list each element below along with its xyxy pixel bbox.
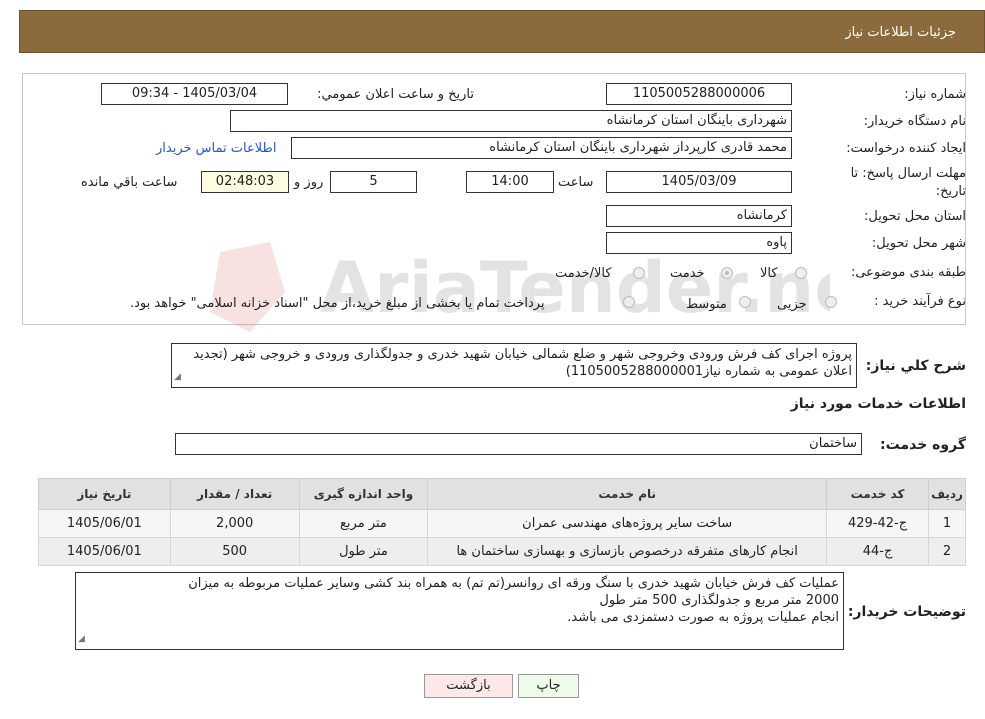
resize-handle-icon[interactable]: ◢ <box>78 631 85 648</box>
buyer-notes-line: عملیات کف فرش خیابان شهید خدری با سنگ ور… <box>188 576 839 591</box>
col-header-unit: واحد اندازه گیری <box>298 478 429 510</box>
deadline-label-date: تاریخ: <box>935 184 966 199</box>
cell-need-date: 1405/06/01 <box>38 509 171 538</box>
category-radio-goods-service[interactable] <box>633 267 645 279</box>
need-number-label: شماره نیاز: <box>904 87 966 102</box>
province-field: کرمانشاه <box>606 205 792 227</box>
cell-service-name: انجام کارهای متفرقه درخصوص بازسازی و بهس… <box>427 537 828 566</box>
process-radio-minor[interactable] <box>825 296 837 308</box>
deadline-date-field: 1405/03/09 <box>606 171 792 193</box>
city-field: پاوه <box>606 232 792 254</box>
category-radio-goods[interactable] <box>795 267 807 279</box>
requester-label: ایجاد کننده درخواست: <box>846 141 966 156</box>
category-option-service: خدمت <box>670 266 705 281</box>
cell-need-date: 1405/06/01 <box>38 537 171 566</box>
category-option-goods-service: کالا/خدمت <box>555 266 612 281</box>
service-group-field: ساختمان <box>175 433 862 455</box>
need-number-field: 1105005288000006 <box>606 83 792 105</box>
services-table: ردیف کد خدمت نام خدمت واحد اندازه گیری ت… <box>38 478 966 566</box>
buyer-contact-link[interactable]: اطلاعات تماس خریدار <box>156 141 276 156</box>
buyer-notes-textarea[interactable]: عملیات کف فرش خیابان شهید خدری با سنگ ور… <box>75 572 844 650</box>
city-label: شهر محل تحویل: <box>871 236 966 251</box>
process-radio-treasury[interactable] <box>623 296 635 308</box>
remaining-days-field: 5 <box>330 171 417 193</box>
deadline-label: مهلت ارسال پاسخ: تا <box>850 166 966 181</box>
buyer-org-field: شهرداری باینگان استان کرمانشاه <box>230 110 792 132</box>
page-title: جزئیات اطلاعات نیاز <box>845 25 956 40</box>
process-option-minor: جزیی <box>777 297 807 312</box>
col-header-service-name: نام خدمت <box>427 478 828 510</box>
requester-field: محمد قادری کارپرداز شهرداری باینگان استا… <box>291 137 792 159</box>
summary-textarea[interactable]: پروژه اجرای کف فرش ورودی وخروجی شهر و ضل… <box>171 343 857 388</box>
col-header-row-num: ردیف <box>928 478 966 510</box>
buyer-notes-line: 2000 متر مربع و جدولگذاری 500 متر طول <box>599 593 839 608</box>
buyer-notes-line: انجام عملیات پروژه به صورت دستمزدی می با… <box>567 610 839 625</box>
cell-quantity: 2,000 <box>169 509 300 538</box>
province-label: استان محل تحویل: <box>864 209 966 224</box>
announce-datetime-field: 1405/03/04 - 09:34 <box>101 83 288 105</box>
col-header-service-code: کد خدمت <box>826 478 930 510</box>
process-radio-medium[interactable] <box>739 296 751 308</box>
print-button[interactable]: چاپ <box>518 674 579 698</box>
cell-row-num: 1 <box>928 509 966 538</box>
category-label: طبقه بندی موضوعی: <box>850 265 966 280</box>
service-group-label: گروه خدمت: <box>880 437 966 453</box>
page-header: جزئیات اطلاعات نیاز <box>19 10 985 53</box>
remaining-time-field: 02:48:03 <box>201 171 289 193</box>
process-label: نوع فرآیند خرید : <box>874 294 966 309</box>
cell-service-code: ج-42-429 <box>826 509 930 538</box>
cell-quantity: 500 <box>169 537 300 566</box>
deadline-time-field: 14:00 <box>466 171 554 193</box>
cell-service-name: ساخت سایر پروژه‌های مهندسی عمران <box>427 509 828 538</box>
summary-text: پروژه اجرای کف فرش ورودی وخروجی شهر و ضل… <box>193 347 852 379</box>
col-header-need-date: تاریخ نیاز <box>38 478 171 510</box>
table-row: 1 ج-42-429 ساخت سایر پروژه‌های مهندسی عم… <box>38 509 966 538</box>
category-option-goods: کالا <box>760 266 778 281</box>
services-section-title: اطلاعات خدمات مورد نیاز <box>790 396 966 412</box>
category-radio-service[interactable] <box>721 267 733 279</box>
summary-label: شرح کلي نیاز: <box>865 358 966 374</box>
cell-unit: متر طول <box>298 537 429 566</box>
table-header-row: ردیف کد خدمت نام خدمت واحد اندازه گیری ت… <box>38 478 966 510</box>
cell-row-num: 2 <box>928 537 966 566</box>
resize-handle-icon[interactable]: ◢ <box>174 369 181 386</box>
back-button[interactable]: بازگشت <box>424 674 513 698</box>
announce-label: تاریخ و ساعت اعلان عمومي: <box>317 87 474 102</box>
table-row: 2 ج-44 انجام کارهای متفرقه درخصوص بازساز… <box>38 537 966 566</box>
buyer-notes-label: توضیحات خریدار: <box>847 604 966 620</box>
cell-unit: متر مربع <box>298 509 429 538</box>
process-option-medium: متوسط <box>686 297 727 312</box>
deadline-time-label: ساعت <box>558 175 594 190</box>
days-label: روز و <box>294 175 324 190</box>
process-note: پرداخت تمام یا بخشی از مبلغ خرید،از محل … <box>130 296 545 311</box>
buyer-org-label: نام دستگاه خریدار: <box>863 114 966 129</box>
col-header-quantity: تعداد / مقدار <box>169 478 300 510</box>
cell-service-code: ج-44 <box>826 537 930 566</box>
remaining-label: ساعت باقي مانده <box>81 175 178 190</box>
